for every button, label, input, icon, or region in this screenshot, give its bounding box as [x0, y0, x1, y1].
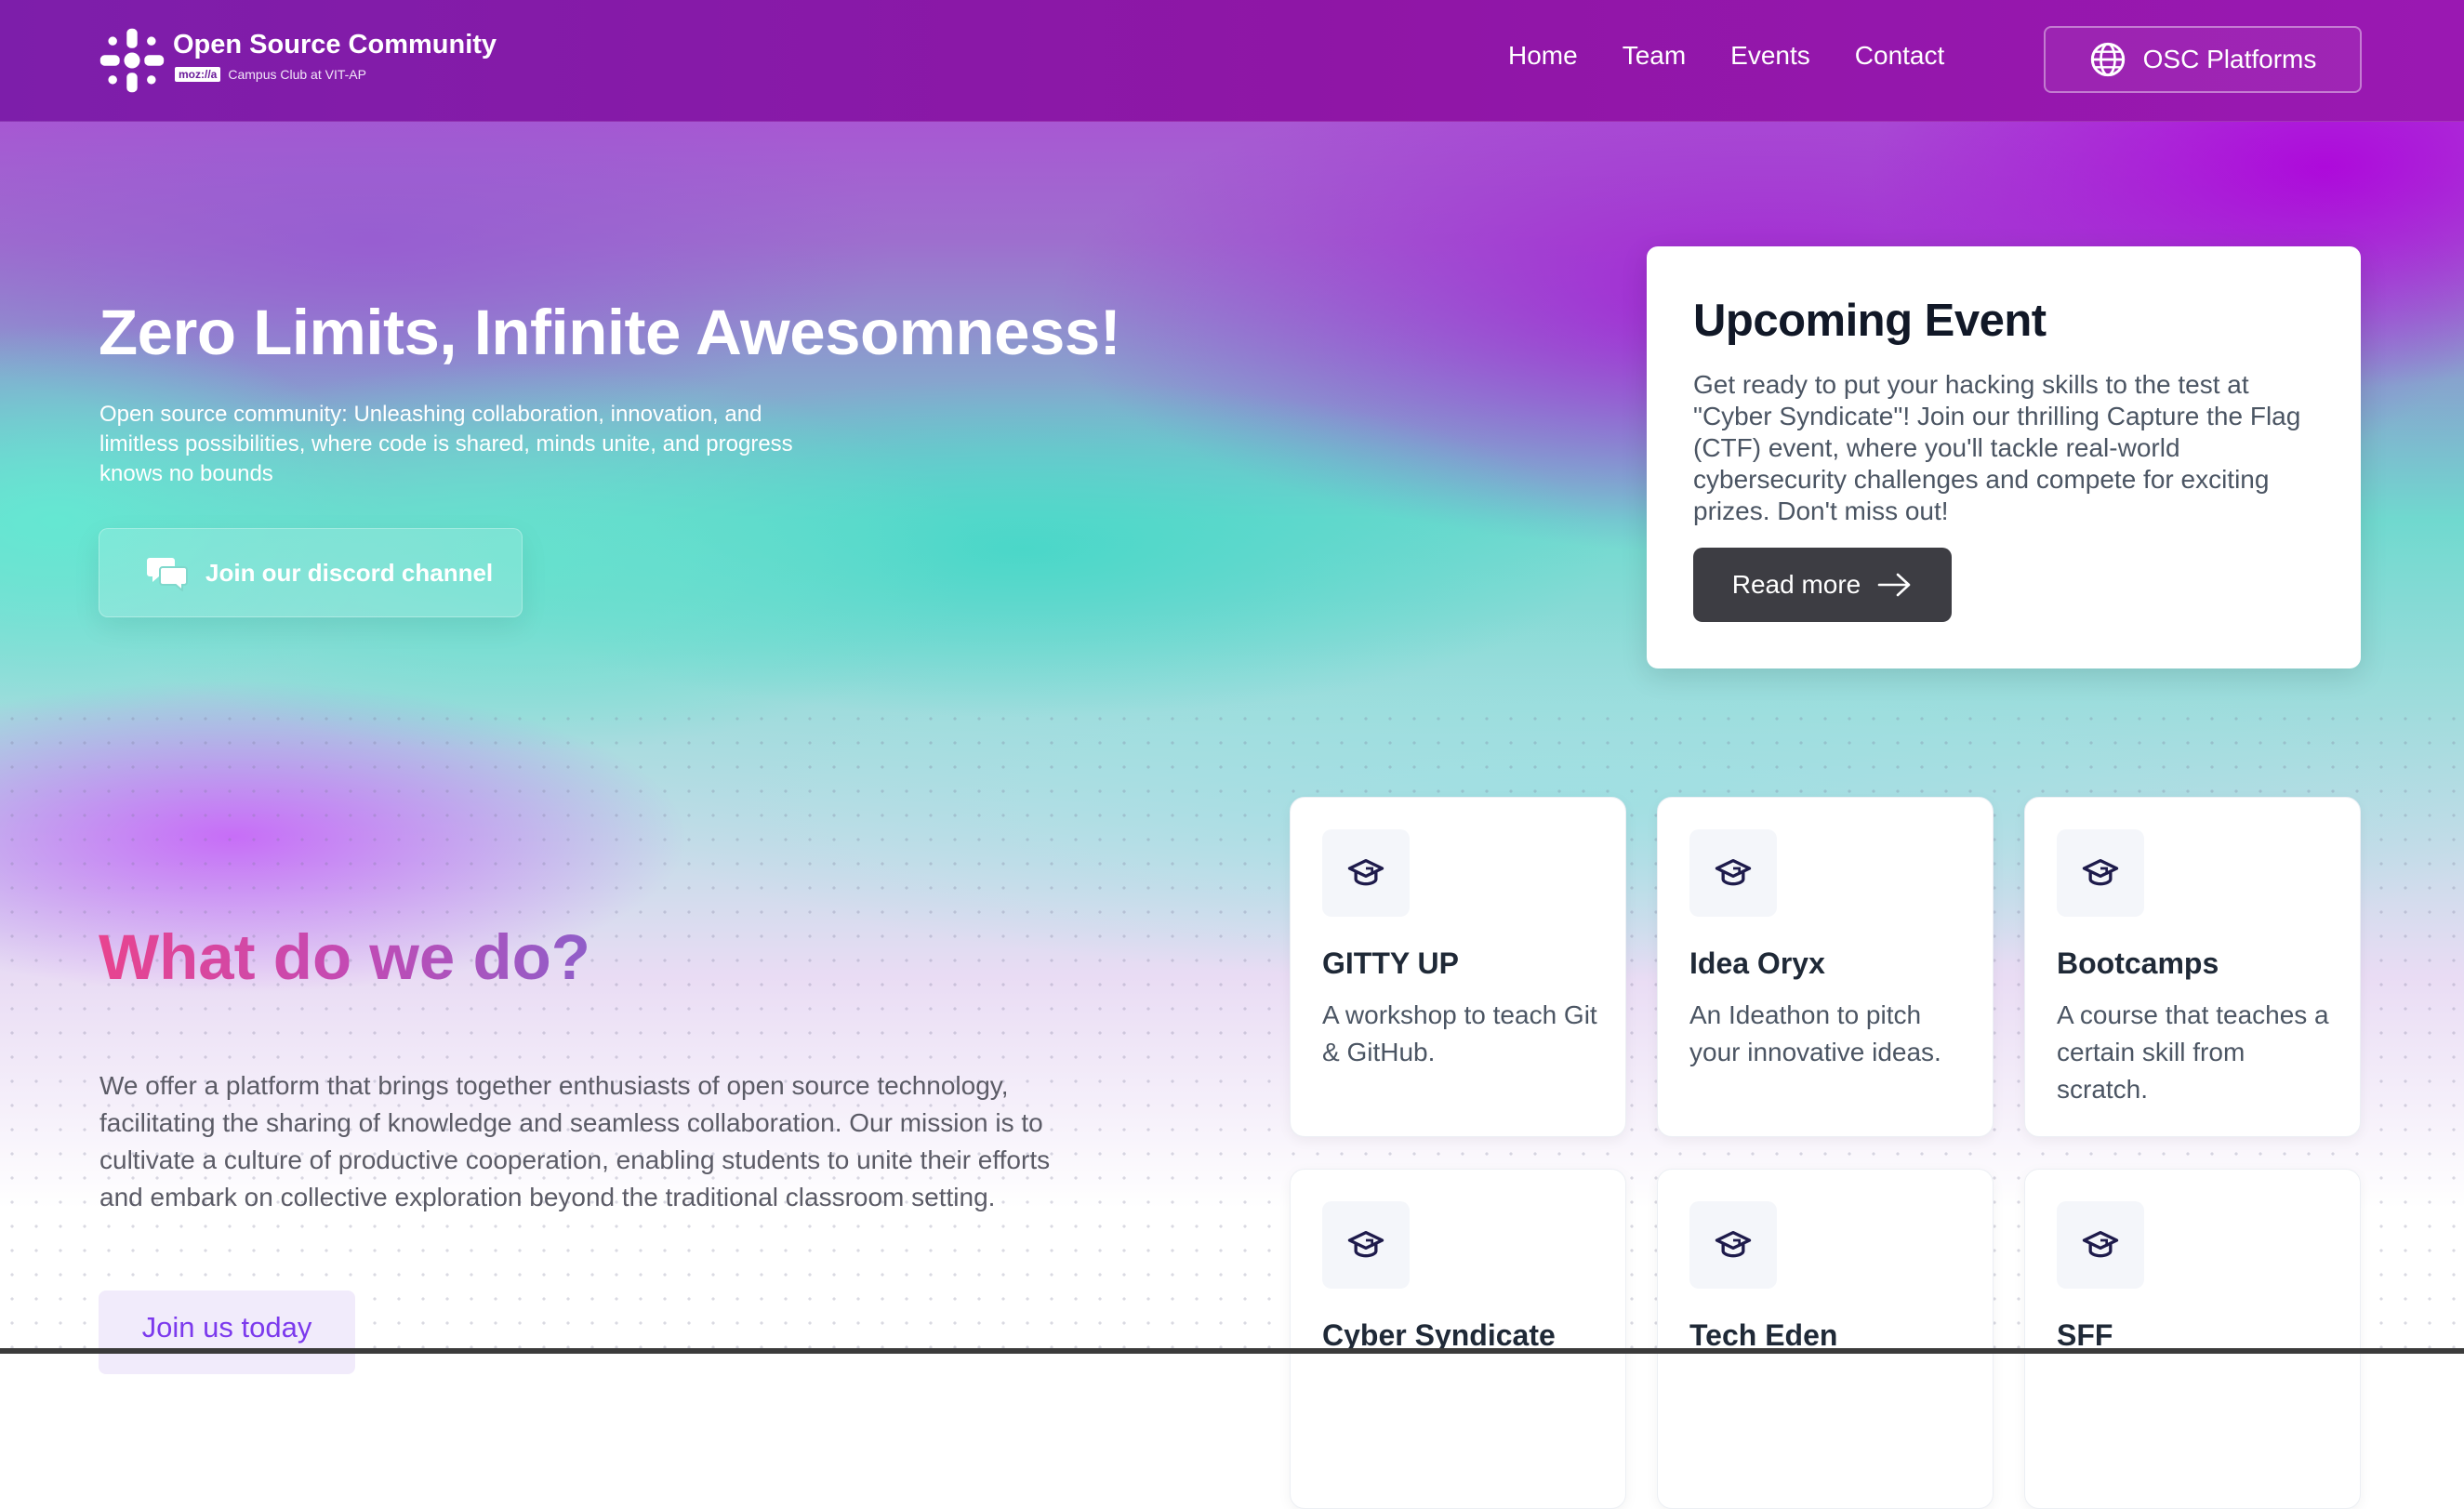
activity-card-cyber-syndicate[interactable]: Cyber Syndicate: [1290, 1169, 1626, 1509]
graduation-cap-icon: [1347, 859, 1384, 886]
site-header: Open Source Community moz://a Campus Clu…: [0, 0, 2464, 122]
graduation-cap-icon: [2082, 859, 2119, 886]
nav-team[interactable]: Team: [1623, 41, 1686, 71]
what-do-we-do-title: What do we do?: [99, 921, 590, 993]
nav-events[interactable]: Events: [1730, 41, 1810, 71]
graduation-cap-icon: [1715, 859, 1752, 886]
hero-title: Zero Limits, Infinite Awesomness!: [99, 297, 1121, 368]
osc-logo-icon[interactable]: [97, 25, 167, 96]
activity-title: Idea Oryx: [1689, 946, 1825, 980]
upcoming-event-card: Upcoming Event Get ready to put your hac…: [1647, 246, 2361, 668]
activity-card-idea-oryx[interactable]: Idea Oryx An Ideathon to pitch your inno…: [1657, 797, 1994, 1137]
activity-icon-box: [2057, 829, 2144, 917]
activity-icon-box: [1689, 829, 1777, 917]
activity-description: An Ideathon to pitch your innovative ide…: [1689, 1000, 1941, 1066]
activity-icon-box: [1689, 1201, 1777, 1289]
globe-icon: [2090, 42, 2125, 77]
join-us-today-label: Join us today: [141, 1311, 312, 1344]
arrow-right-icon: [1877, 573, 1911, 597]
hero-description: Open source community: Unleashing collab…: [99, 402, 793, 486]
brand-subtitle-text: Campus Club at VIT-AP: [228, 67, 366, 82]
activity-icon-box: [2057, 1201, 2144, 1289]
main-nav: Home Team Events Contact: [1508, 41, 1944, 71]
brand-title[interactable]: Open Source Community: [173, 30, 497, 60]
activity-icon-box: [1322, 829, 1410, 917]
activity-icon-box: [1322, 1201, 1410, 1289]
nav-home[interactable]: Home: [1508, 41, 1578, 71]
activity-description: A course that teaches a certain skill fr…: [2057, 1000, 2329, 1104]
join-us-today-button[interactable]: Join us today: [99, 1291, 355, 1374]
graduation-cap-icon: [2082, 1231, 2119, 1258]
read-more-label: Read more: [1731, 570, 1861, 599]
join-discord-label: Join our discord channel: [205, 558, 494, 587]
activity-card-tech-eden[interactable]: Tech Eden: [1657, 1169, 1994, 1509]
activity-card-gitty-up[interactable]: GITTY UP A workshop to teach Git & GitHu…: [1290, 797, 1626, 1137]
mozilla-badge: moz://a: [175, 67, 221, 82]
upcoming-event-description: Get ready to put your hacking skills to …: [1693, 370, 2301, 525]
nav-contact[interactable]: Contact: [1855, 41, 1945, 71]
activity-title: Bootcamps: [2057, 946, 2219, 980]
graduation-cap-icon: [1715, 1231, 1752, 1258]
what-do-we-do-description: We offer a platform that brings together…: [99, 1071, 1051, 1211]
activity-card-bootcamps[interactable]: Bootcamps A course that teaches a certai…: [2024, 797, 2361, 1137]
graduation-cap-icon: [1347, 1231, 1384, 1258]
activity-title: GITTY UP: [1322, 946, 1459, 980]
activity-description: A workshop to teach Git & GitHub.: [1322, 1000, 1597, 1066]
upcoming-event-title: Upcoming Event: [1693, 296, 2047, 346]
join-discord-button[interactable]: Join our discord channel: [99, 528, 523, 617]
brand-subtitle: moz://a Campus Club at VIT-AP: [175, 67, 366, 82]
osc-platforms-label: OSC Platforms: [2142, 45, 2317, 73]
chat-bubbles-icon: [147, 558, 188, 591]
osc-platforms-button[interactable]: OSC Platforms: [2044, 26, 2362, 93]
window-bottom-edge: [0, 1348, 2464, 1354]
activity-card-sff[interactable]: SFF: [2024, 1169, 2361, 1509]
read-more-button[interactable]: Read more: [1693, 548, 1952, 622]
